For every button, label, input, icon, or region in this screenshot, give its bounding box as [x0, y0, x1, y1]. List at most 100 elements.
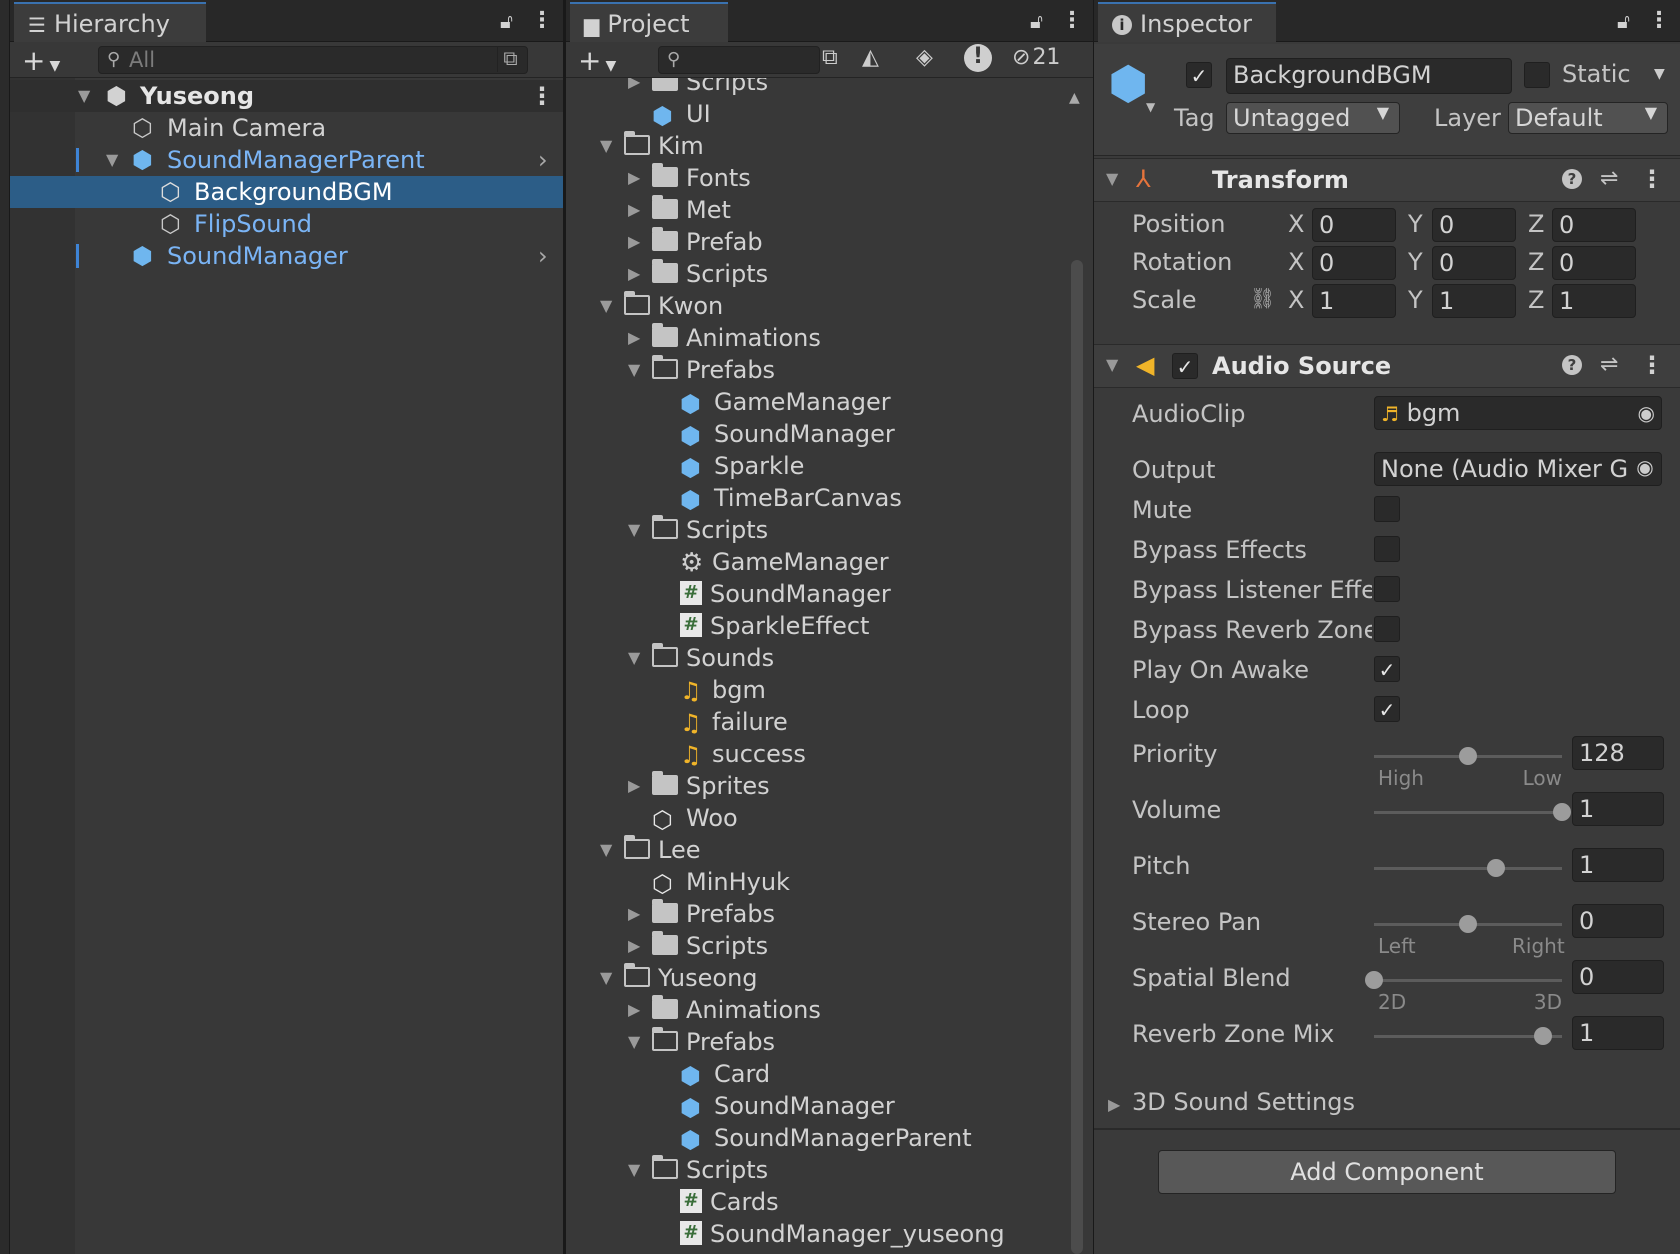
component-menu-icon[interactable]: ⋮	[1640, 351, 1664, 379]
position-y-field[interactable]: 0	[1432, 208, 1516, 242]
presets-icon[interactable]: ⇌	[1600, 352, 1618, 377]
priority-slider-handle[interactable]	[1459, 747, 1477, 765]
audio-source-header[interactable]: ▼ ◀ ✓ Audio Source ? ⇌ ⋮	[1094, 344, 1680, 388]
chevron-right-icon[interactable]: ›	[538, 144, 548, 176]
hierarchy-item[interactable]: ▼ ⬢ SoundManagerParent ›	[10, 144, 563, 176]
reverb-slider-handle[interactable]	[1534, 1027, 1553, 1045]
expand-arrow-closed-icon[interactable]: ▶	[628, 78, 640, 98]
project-item[interactable]: ⬢ SoundManagerParent	[566, 1122, 1063, 1154]
scene-row[interactable]: ▼ ⬢ Yuseong ⋮	[10, 80, 563, 112]
spatial-slider[interactable]	[1365, 971, 1562, 989]
project-item[interactable]: ▶ Scripts	[566, 930, 1063, 962]
volume-slider[interactable]	[1374, 803, 1571, 821]
help-icon[interactable]: ?	[1562, 355, 1582, 375]
rotation-x-field[interactable]: 0	[1312, 246, 1396, 280]
play-on-awake-checkbox[interactable]: ✓	[1374, 656, 1400, 682]
volume-slider-handle[interactable]	[1553, 803, 1571, 821]
bypass-reverb-checkbox[interactable]	[1374, 616, 1400, 642]
bypass-listener-checkbox[interactable]	[1374, 576, 1400, 602]
create-button[interactable]: + ▼	[22, 44, 60, 77]
expand-arrow-closed-icon[interactable]: ▶	[628, 898, 640, 930]
foldout-arrow-icon[interactable]: ▶	[1108, 1095, 1120, 1114]
expand-arrow-icon[interactable]: ▼	[78, 80, 90, 112]
project-item[interactable]: ⬢ Card	[566, 1058, 1063, 1090]
expand-arrow-open-icon[interactable]: ▼	[600, 834, 612, 866]
position-x-field[interactable]: 0	[1312, 208, 1396, 242]
axis-label[interactable]: Z	[1528, 210, 1544, 238]
lock-icon[interactable]: 🔓︎	[1030, 9, 1043, 33]
volume-value-field[interactable]: 1	[1572, 792, 1664, 826]
scale-y-field[interactable]: 1	[1432, 284, 1516, 318]
project-item[interactable]: ▼ Yuseong	[566, 962, 1063, 994]
expand-arrow-icon[interactable]: ▼	[106, 144, 118, 176]
tab-inspector[interactable]: i Inspector	[1098, 2, 1276, 42]
project-item[interactable]: ▶ Animations	[566, 322, 1063, 354]
project-item[interactable]: # Cards	[566, 1186, 1063, 1218]
pitch-slider[interactable]	[1374, 859, 1562, 877]
axis-label[interactable]: X	[1288, 248, 1304, 276]
lock-icon[interactable]: 🔓︎	[500, 9, 513, 33]
position-z-field[interactable]: 0	[1552, 208, 1636, 242]
expand-arrow-open-icon[interactable]: ▼	[600, 962, 612, 994]
spatial-slider-handle[interactable]	[1365, 971, 1383, 989]
warning-filter-icon[interactable]: !	[964, 44, 992, 72]
foldout-arrow-icon[interactable]: ▼	[1106, 355, 1118, 374]
expand-arrow-closed-icon[interactable]: ▶	[628, 770, 640, 802]
expand-arrow-open-icon[interactable]: ▼	[600, 130, 612, 162]
tab-hierarchy[interactable]: ☰ Hierarchy	[14, 2, 206, 42]
project-item[interactable]: ⬢ UI	[566, 98, 1063, 130]
project-item[interactable]: # SoundManager_yuseong	[566, 1218, 1063, 1250]
object-name-field[interactable]: BackgroundBGM	[1226, 58, 1512, 94]
create-button[interactable]: + ▼	[578, 44, 616, 77]
expand-arrow-open-icon[interactable]: ▼	[628, 1026, 640, 1058]
expand-arrow-closed-icon[interactable]: ▶	[628, 226, 640, 258]
hierarchy-item[interactable]: ⬡ FlipSound	[10, 208, 563, 240]
tab-project[interactable]: ▆ Project	[570, 2, 728, 42]
hierarchy-item[interactable]: ⬢ SoundManager ›	[10, 240, 563, 272]
project-item[interactable]: ▼ Prefabs	[566, 354, 1063, 386]
project-item[interactable]: ⬢ TimeBarCanvas	[566, 482, 1063, 514]
project-item[interactable]: ⬢ SoundManager	[566, 418, 1063, 450]
hierarchy-item-selected[interactable]: ⬡ BackgroundBGM	[10, 176, 563, 208]
audio-enabled-checkbox[interactable]: ✓	[1172, 353, 1198, 379]
project-item[interactable]: ▼ Kim	[566, 130, 1063, 162]
expand-arrow-closed-icon[interactable]: ▶	[628, 258, 640, 290]
lock-icon[interactable]: 🔓︎	[1617, 9, 1630, 33]
hierarchy-search-input[interactable]: ⚲ All ⧉	[98, 46, 528, 74]
project-item[interactable]: ⬡ Woo	[566, 802, 1063, 834]
pitch-slider-handle[interactable]	[1487, 859, 1506, 877]
spatial-value-field[interactable]: 0	[1572, 960, 1664, 994]
project-item[interactable]: ⬢ SoundManager	[566, 1090, 1063, 1122]
reverb-value-field[interactable]: 1	[1572, 1016, 1664, 1050]
add-component-button[interactable]: Add Component	[1158, 1150, 1616, 1194]
sound-3d-settings-foldout[interactable]: ▶ 3D Sound Settings	[1108, 1088, 1508, 1116]
project-item[interactable]: ▼ Sounds	[566, 642, 1063, 674]
chevron-down-icon[interactable]: ▼	[1146, 100, 1155, 114]
project-item[interactable]: ▶ Animations	[566, 994, 1063, 1026]
project-item[interactable]: ▼ Scripts	[566, 514, 1063, 546]
scroll-up-arrow-icon[interactable]: ▲	[1069, 90, 1080, 106]
more-menu-icon[interactable]: ⋮	[1061, 8, 1083, 33]
project-item[interactable]: ▼ Kwon	[566, 290, 1063, 322]
mute-checkbox[interactable]	[1374, 496, 1400, 522]
project-item[interactable]: ⬢ GameManager	[566, 386, 1063, 418]
scene-search-toggle-icon[interactable]: ⧉	[497, 46, 523, 72]
stereo-slider[interactable]	[1374, 915, 1562, 933]
search-by-scene-icon[interactable]: ⧉	[822, 45, 838, 70]
expand-arrow-closed-icon[interactable]: ▶	[628, 162, 640, 194]
loop-checkbox[interactable]: ✓	[1374, 696, 1400, 722]
chevron-right-icon[interactable]: ›	[538, 240, 548, 272]
expand-arrow-open-icon[interactable]: ▼	[628, 642, 640, 674]
axis-label[interactable]: Y	[1408, 286, 1423, 314]
project-item[interactable]: ♫ success	[566, 738, 1063, 770]
help-icon[interactable]: ?	[1562, 169, 1582, 189]
static-dropdown-icon[interactable]: ▼	[1654, 66, 1665, 82]
search-by-label-icon[interactable]: ◈	[916, 45, 933, 70]
axis-label[interactable]: X	[1288, 210, 1304, 238]
more-menu-icon[interactable]: ⋮	[531, 8, 553, 33]
scene-more-icon[interactable]: ⋮	[530, 80, 554, 112]
project-item[interactable]: ⬢ Sparkle	[566, 450, 1063, 482]
project-item[interactable]: ▶ Fonts	[566, 162, 1063, 194]
output-field[interactable]: None (Audio Mixer Grou ◉	[1374, 452, 1662, 486]
project-item[interactable]: ▶ Scripts	[566, 78, 1063, 98]
